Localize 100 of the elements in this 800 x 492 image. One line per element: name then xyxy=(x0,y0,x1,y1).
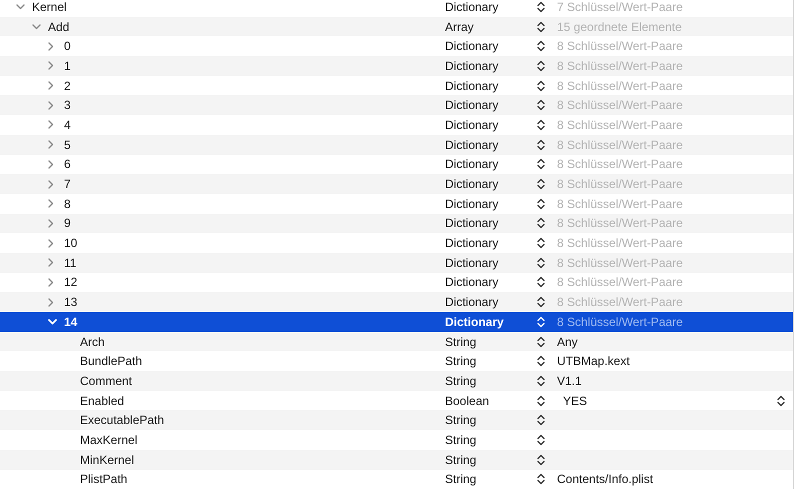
stepper-icon[interactable] xyxy=(537,374,545,387)
chevron-right-icon[interactable] xyxy=(48,180,54,189)
stepper-icon[interactable] xyxy=(537,80,545,92)
outline-row[interactable]: 13 Dictionary 8 Schlüssel/Wert-Paare xyxy=(0,292,793,312)
key-text: PlistPath xyxy=(80,472,128,486)
stepper-icon[interactable] xyxy=(537,198,545,210)
summary-text: 7 Schlüssel/Wert-Paare xyxy=(557,0,683,14)
type-text: Dictionary xyxy=(445,256,500,270)
key-text: 5 xyxy=(64,138,71,152)
outline-row[interactable]: MinKernel String xyxy=(0,450,793,470)
outline-row[interactable]: Add Array 15 geordnete Elemente xyxy=(0,16,793,36)
key-text: 9 xyxy=(64,216,71,230)
stepper-icon[interactable] xyxy=(537,394,545,407)
summary-text: 8 Schlüssel/Wert-Paare xyxy=(557,216,683,230)
summary-text: 8 Schlüssel/Wert-Paare xyxy=(557,295,683,310)
stepper-icon[interactable] xyxy=(537,454,545,466)
outline-row[interactable]: 5 Dictionary 8 Schlüssel/Wert-Paare xyxy=(0,134,793,154)
outline-row[interactable]: 9 Dictionary 8 Schlüssel/Wert-Paare xyxy=(0,214,793,234)
summary-text: 15 geordnete Elemente xyxy=(557,20,682,34)
chevron-right-icon[interactable] xyxy=(48,278,54,287)
summary-text: 8 Schlüssel/Wert-Paare xyxy=(557,58,683,73)
outline-row[interactable]: Arch String Any xyxy=(0,332,793,352)
chevron-down-icon[interactable] xyxy=(16,4,25,10)
key-text: BundlePath xyxy=(80,354,142,368)
type-text: Boolean xyxy=(445,394,490,408)
stepper-icon[interactable] xyxy=(537,60,545,72)
summary-text: 8 Schlüssel/Wert-Paare xyxy=(557,314,683,329)
chevron-right-icon[interactable] xyxy=(48,199,54,208)
stepper-icon[interactable] xyxy=(537,414,545,426)
chevron-right-icon[interactable] xyxy=(48,160,54,169)
value-text: V1.1 xyxy=(557,374,582,388)
outline-row[interactable]: 1 Dictionary 8 Schlüssel/Wert-Paare xyxy=(0,56,793,76)
key-text: Comment xyxy=(80,374,132,388)
key-text: 1 xyxy=(64,58,71,73)
stepper-icon[interactable] xyxy=(537,0,545,13)
type-text: String xyxy=(445,334,478,349)
outline-row[interactable]: 12 Dictionary 8 Schlüssel/Wert-Paare xyxy=(0,272,793,292)
summary-text: 8 Schlüssel/Wert-Paare xyxy=(557,236,683,250)
stepper-icon[interactable] xyxy=(537,118,545,131)
stepper-icon[interactable] xyxy=(537,99,545,112)
chevron-right-icon[interactable] xyxy=(48,42,54,51)
type-text: Dictionary xyxy=(445,39,500,54)
key-text: MinKernel xyxy=(80,452,134,467)
key-text: 11 xyxy=(64,256,76,270)
type-text: Array xyxy=(445,20,475,34)
outline-row[interactable]: 3 Dictionary 8 Schlüssel/Wert-Paare xyxy=(0,95,793,116)
type-text: String xyxy=(445,432,478,447)
type-text: Dictionary xyxy=(445,157,500,172)
summary-text: 8 Schlüssel/Wert-Paare xyxy=(557,196,683,211)
stepper-icon[interactable] xyxy=(537,355,545,368)
key-text: 4 xyxy=(64,118,71,132)
stepper-icon[interactable] xyxy=(537,296,545,308)
chevron-right-icon[interactable] xyxy=(48,140,54,150)
chevron-right-icon[interactable] xyxy=(48,120,54,130)
stepper-icon[interactable] xyxy=(777,394,785,407)
chevron-right-icon[interactable] xyxy=(48,61,54,70)
stepper-icon[interactable] xyxy=(537,276,545,288)
summary-text: 8 Schlüssel/Wert-Paare xyxy=(557,39,683,54)
stepper-icon[interactable] xyxy=(537,473,545,486)
chevron-right-icon[interactable] xyxy=(48,218,54,228)
stepper-icon[interactable] xyxy=(537,237,545,250)
chevron-right-icon[interactable] xyxy=(48,258,54,268)
type-text: Dictionary xyxy=(445,314,505,329)
stepper-icon[interactable] xyxy=(537,434,545,446)
chevron-right-icon[interactable] xyxy=(48,100,54,110)
chevron-right-icon[interactable] xyxy=(48,298,54,307)
type-text: Dictionary xyxy=(445,236,500,250)
chevron-right-icon[interactable] xyxy=(48,81,54,90)
value-popup[interactable]: YES xyxy=(557,394,791,408)
stepper-icon[interactable] xyxy=(537,40,545,52)
stepper-icon[interactable] xyxy=(537,20,545,33)
stepper-icon[interactable] xyxy=(537,138,545,151)
outline-row[interactable]: 11 Dictionary 8 Schlüssel/Wert-Paare xyxy=(0,252,793,273)
summary-text: 8 Schlüssel/Wert-Paare xyxy=(557,256,683,270)
type-text: Dictionary xyxy=(445,177,500,192)
stepper-icon[interactable] xyxy=(537,178,545,190)
stepper-icon[interactable] xyxy=(537,217,545,230)
summary-text: 8 Schlüssel/Wert-Paare xyxy=(557,118,683,132)
outline-row[interactable]: ExecutablePath String xyxy=(0,410,793,430)
key-text: 0 xyxy=(64,39,71,54)
key-text: 2 xyxy=(64,78,71,93)
key-text: 14 xyxy=(64,314,78,329)
chevron-right-icon[interactable] xyxy=(48,238,54,248)
chevron-down-icon[interactable] xyxy=(32,24,41,30)
outline-row[interactable]: 7 Dictionary 8 Schlüssel/Wert-Paare xyxy=(0,174,793,194)
type-text: Dictionary xyxy=(445,98,500,112)
type-text: String xyxy=(445,354,478,368)
key-text: 6 xyxy=(64,157,71,172)
type-text: Dictionary xyxy=(445,275,500,290)
type-text: Dictionary xyxy=(445,216,500,230)
value-text: Contents/Info.plist xyxy=(557,472,654,486)
summary-text: 8 Schlüssel/Wert-Paare xyxy=(557,78,683,93)
key-text: Arch xyxy=(80,334,105,349)
stepper-icon[interactable] xyxy=(537,336,545,348)
outline-row[interactable]: Comment String V1.1 xyxy=(0,371,793,391)
stepper-icon[interactable] xyxy=(537,256,545,269)
key-text: 12 xyxy=(64,275,78,290)
stepper-icon[interactable] xyxy=(537,158,545,170)
type-text: Dictionary xyxy=(445,138,500,152)
summary-text: 8 Schlüssel/Wert-Paare xyxy=(557,157,683,172)
